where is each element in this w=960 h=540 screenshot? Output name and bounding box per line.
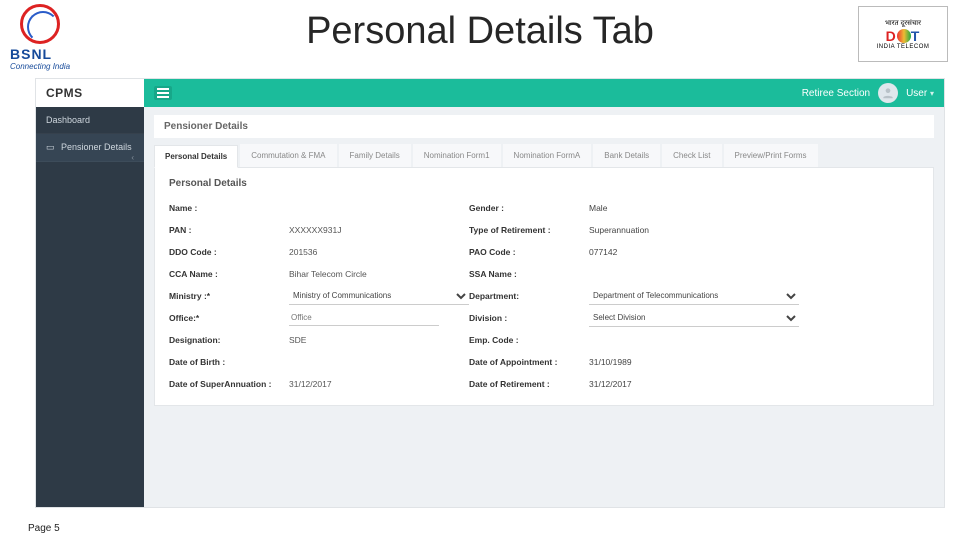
department-select[interactable]: Department of Telecommunications xyxy=(589,287,799,305)
chevron-left-icon: ‹ xyxy=(131,153,134,162)
app-shell: CPMS Dashboard ▭ Pensioner Details ‹ Ret… xyxy=(35,78,945,508)
tab-check-list[interactable]: Check List xyxy=(662,144,721,167)
content: Pensioner Details Personal Details Commu… xyxy=(144,107,944,507)
id-card-icon: ▭ xyxy=(46,142,55,152)
dos-value: 31/12/2017 xyxy=(289,379,469,389)
sidebar: CPMS Dashboard ▭ Pensioner Details ‹ xyxy=(36,79,144,507)
doa-label: Date of Appointment : xyxy=(469,357,589,367)
tab-bank-details[interactable]: Bank Details xyxy=(593,144,660,167)
name-label: Name : xyxy=(169,203,289,213)
dor-value: 31/12/2017 xyxy=(589,379,809,389)
dot-logo-top: भारत दूरसंचार xyxy=(885,19,921,28)
bsnl-tagline: Connecting India xyxy=(10,62,110,71)
designation-value: SDE xyxy=(289,335,469,345)
tab-preview-print[interactable]: Preview/Print Forms xyxy=(724,144,818,167)
retire-type-label: Type of Retirement : xyxy=(469,225,589,235)
pan-value: XXXXXX931J xyxy=(289,225,469,235)
bsnl-logo: BSNL Connecting India xyxy=(10,4,110,62)
retiree-section-link[interactable]: Retiree Section xyxy=(802,88,870,99)
ssa-label: SSA Name : xyxy=(469,269,589,279)
tab-family-details[interactable]: Family Details xyxy=(339,144,411,167)
pan-label: PAN : xyxy=(169,225,289,235)
office-input[interactable] xyxy=(289,310,439,326)
tab-commutation-fma[interactable]: Commutation & FMA xyxy=(240,144,336,167)
dot-logo: भारत दूरसंचार DT INDIA TELECOM xyxy=(858,6,948,62)
dos-label: Date of SuperAnnuation : xyxy=(169,379,289,389)
bsnl-logo-mark xyxy=(20,4,60,44)
retire-type-value: Superannuation xyxy=(589,225,809,235)
division-select[interactable]: Select Division xyxy=(589,309,799,327)
sidebar-item-label: Pensioner Details xyxy=(61,142,132,152)
ddo-value: 201536 xyxy=(289,247,469,257)
pao-label: PAO Code : xyxy=(469,247,589,257)
cca-label: CCA Name : xyxy=(169,269,289,279)
dept-label: Department: xyxy=(469,291,589,301)
cca-value: Bihar Telecom Circle xyxy=(289,269,469,279)
app-brand: CPMS xyxy=(36,79,144,107)
tab-personal-details[interactable]: Personal Details xyxy=(154,145,238,168)
personal-details-card: Personal Details Name : Gender : Male PA… xyxy=(154,167,934,406)
division-label: Division : xyxy=(469,313,589,323)
gender-label: Gender : xyxy=(469,203,589,213)
slide-title: Personal Details Tab xyxy=(0,0,960,53)
tab-nomination-forma[interactable]: Nomination FormA xyxy=(503,144,592,167)
emp-code-label: Emp. Code : xyxy=(469,335,589,345)
ddo-label: DDO Code : xyxy=(169,247,289,257)
dor-label: Date of Retirement : xyxy=(469,379,589,389)
card-title: Personal Details xyxy=(169,178,919,189)
page-title: Pensioner Details xyxy=(154,115,934,138)
slide-footer: Page 5 xyxy=(28,523,60,534)
menu-toggle-button[interactable] xyxy=(154,86,172,100)
bsnl-logo-text: BSNL xyxy=(10,46,110,62)
dob-label: Date of Birth : xyxy=(169,357,289,367)
sidebar-item-label: Dashboard xyxy=(46,115,90,125)
topbar: Retiree Section User ▾ xyxy=(144,79,944,107)
dot-logo-sub: INDIA TELECOM xyxy=(877,44,930,50)
pao-value: 077142 xyxy=(589,247,809,257)
tab-bar: Personal Details Commutation & FMA Famil… xyxy=(154,144,934,167)
office-label: Office:* xyxy=(169,313,289,323)
designation-label: Designation: xyxy=(169,335,289,345)
sidebar-item-pensioner-details[interactable]: ▭ Pensioner Details ‹ xyxy=(36,134,144,162)
ministry-label: Ministry :* xyxy=(169,291,289,301)
gender-value: Male xyxy=(589,203,809,213)
dot-logo-mark: DT xyxy=(886,28,921,44)
sidebar-item-dashboard[interactable]: Dashboard xyxy=(36,107,144,134)
tab-nomination-form1[interactable]: Nomination Form1 xyxy=(413,144,501,167)
caret-down-icon: ▾ xyxy=(930,89,934,98)
user-menu-label: User xyxy=(906,88,927,99)
user-menu[interactable]: User ▾ xyxy=(906,88,934,99)
doa-value: 31/10/1989 xyxy=(589,357,809,367)
ministry-select[interactable]: Ministry of Communications xyxy=(289,287,469,305)
user-avatar-icon xyxy=(878,83,898,103)
